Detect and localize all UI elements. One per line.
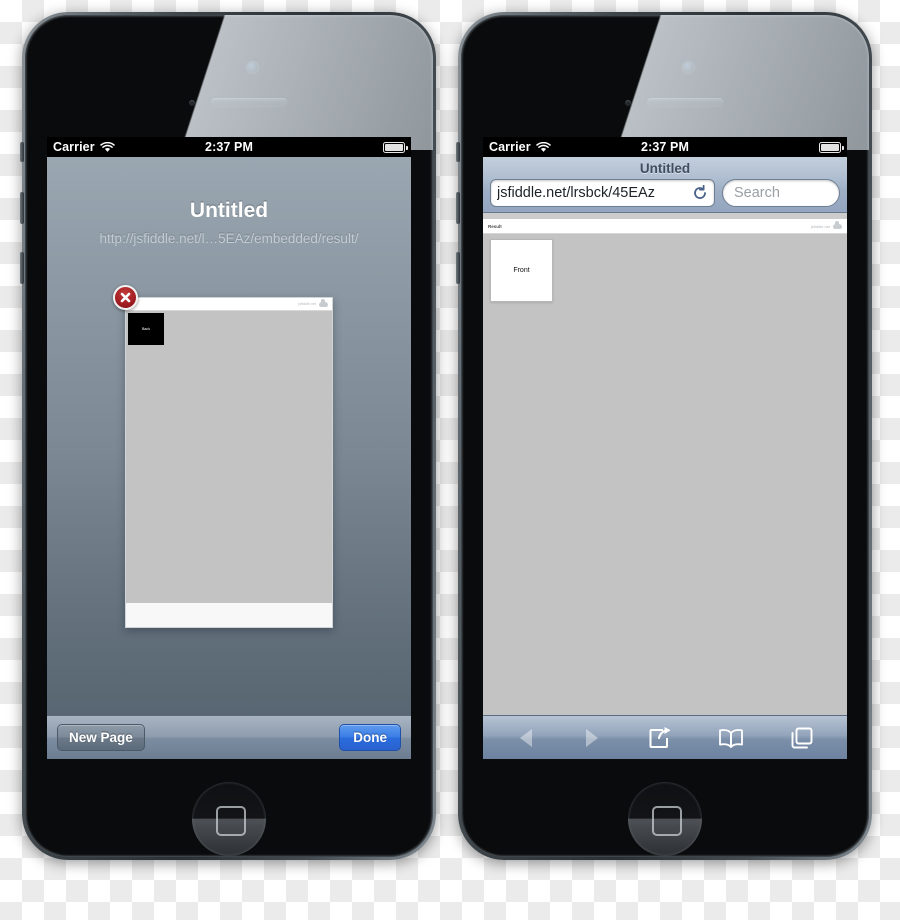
front-camera-icon	[247, 62, 258, 73]
tabs-pages-icon	[791, 727, 813, 748]
front-card[interactable]: Front	[490, 239, 553, 302]
thumbnail-mini-chrome: jsfiddle.net	[126, 298, 332, 311]
page-manager-view: Untitled http://jsfiddle.net/l…5EAz/embe…	[47, 157, 411, 759]
thumbnail-footer	[126, 603, 332, 627]
safari-navigation-bar: Untitled jsfiddle.net/lrsbck/45EAz Searc…	[483, 157, 847, 213]
back-arrow-icon	[520, 728, 532, 747]
result-header-right: jsfiddle.net	[810, 221, 842, 229]
home-button[interactable]	[628, 782, 702, 856]
result-corner-text: jsfiddle.net	[810, 223, 830, 229]
forward-button[interactable]	[582, 727, 602, 749]
glass-reflection	[461, 15, 869, 150]
cloud-icon	[319, 299, 328, 307]
thumbnail-chrome-text: jsfiddle.net	[298, 302, 316, 306]
search-placeholder: Search	[734, 185, 780, 201]
glass-reflection	[25, 15, 433, 150]
left-phone-device: Carrier 2:37 PM Untitled http://jsfiddle…	[20, 12, 436, 860]
battery-icon	[383, 141, 408, 153]
volume-up-button[interactable]	[456, 192, 460, 224]
share-button[interactable]	[648, 726, 672, 750]
url-value: jsfiddle.net/lrsbck/45EAz	[497, 185, 655, 201]
page-thumbnail-wrap[interactable]: jsfiddle.net Back	[113, 285, 333, 628]
close-x-icon	[120, 292, 131, 303]
status-time: 2:37 PM	[641, 140, 689, 154]
page-title: Untitled	[639, 161, 691, 176]
result-header-bar: Result jsfiddle.net	[483, 219, 847, 234]
right-phone-bezel: Carrier 2:37 PM Untitled jsfiddle.net/lr…	[461, 15, 869, 857]
earpiece-speaker	[647, 98, 723, 106]
page-title: Untitled	[189, 199, 269, 222]
safari-fields-row: jsfiddle.net/lrsbck/45EAz Search	[483, 179, 847, 207]
share-icon	[649, 726, 671, 748]
new-page-button[interactable]: New Page	[57, 724, 145, 751]
volume-down-button[interactable]	[456, 252, 460, 284]
left-screen: Carrier 2:37 PM Untitled http://jsfiddle…	[47, 137, 411, 759]
right-phone-device: Carrier 2:37 PM Untitled jsfiddle.net/lr…	[456, 12, 872, 860]
url-input[interactable]: jsfiddle.net/lrsbck/45EAz	[490, 179, 715, 207]
reload-icon[interactable]	[692, 185, 708, 201]
front-camera-icon	[683, 62, 694, 73]
page-url-label: http://jsfiddle.net/l…5EAz/embedded/resu…	[99, 231, 359, 246]
left-status-bar: Carrier 2:37 PM	[47, 137, 411, 157]
ring-silent-switch[interactable]	[456, 142, 460, 162]
close-page-button[interactable]	[113, 285, 138, 310]
status-battery-group	[383, 141, 408, 153]
right-screen: Carrier 2:37 PM Untitled jsfiddle.net/lr…	[483, 137, 847, 759]
safari-page-content: Result jsfiddle.net Front	[483, 219, 847, 715]
right-status-bar: Carrier 2:37 PM	[483, 137, 847, 157]
result-label: Result	[488, 223, 502, 229]
thumbnail-card-label: Back	[128, 313, 164, 345]
bookmarks-button[interactable]	[718, 728, 744, 748]
status-time: 2:37 PM	[205, 140, 253, 154]
status-battery-group	[819, 141, 844, 153]
battery-icon	[819, 141, 844, 153]
volume-down-button[interactable]	[20, 252, 24, 284]
volume-up-button[interactable]	[20, 192, 24, 224]
safari-bottom-toolbar	[483, 715, 847, 759]
earpiece-speaker	[211, 98, 287, 106]
home-square-icon	[652, 806, 682, 836]
tabs-button[interactable]	[790, 726, 814, 750]
cloud-icon	[833, 221, 842, 229]
back-button[interactable]	[516, 727, 536, 749]
ring-silent-switch[interactable]	[20, 142, 24, 162]
bookmarks-book-icon	[719, 728, 743, 748]
page-thumbnail[interactable]: jsfiddle.net Back	[125, 297, 333, 628]
home-square-icon	[216, 806, 246, 836]
thumbnail-body: Back	[126, 311, 332, 603]
forward-arrow-icon	[586, 728, 598, 747]
done-button[interactable]: Done	[339, 724, 401, 751]
ambient-light-sensor-icon	[625, 100, 631, 106]
left-phone-bezel: Carrier 2:37 PM Untitled http://jsfiddle…	[25, 15, 433, 857]
ambient-light-sensor-icon	[189, 100, 195, 106]
screenshot-stage: Carrier 2:37 PM Untitled http://jsfiddle…	[0, 0, 900, 920]
home-button[interactable]	[192, 782, 266, 856]
search-input[interactable]: Search	[722, 179, 840, 207]
page-manager-toolbar: New Page Done	[47, 715, 411, 759]
